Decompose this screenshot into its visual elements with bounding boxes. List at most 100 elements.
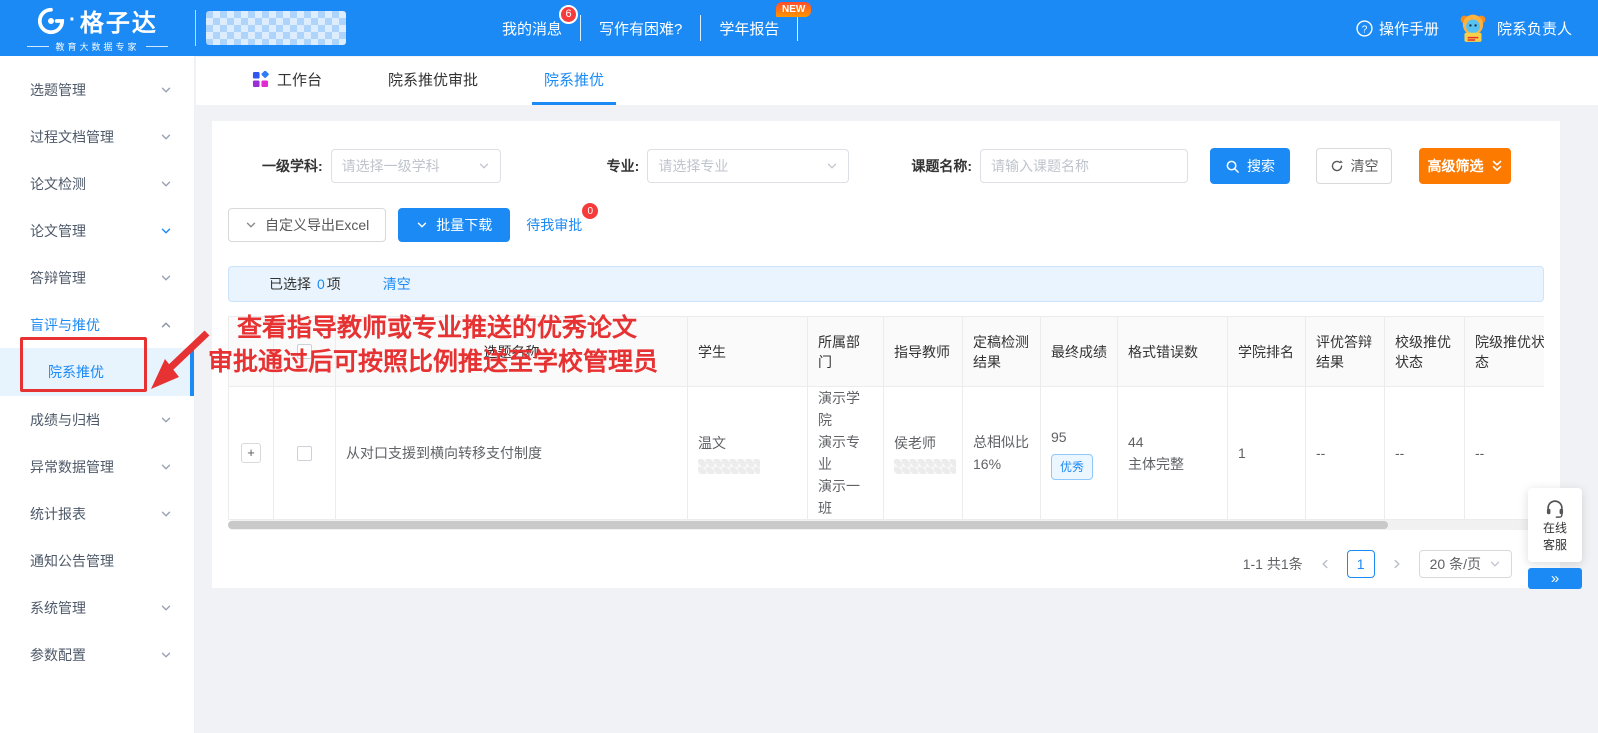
horizontal-scrollbar[interactable]: [228, 520, 1544, 530]
user-role[interactable]: 院系负责人: [1457, 12, 1572, 44]
sidebar-item-label: 答辩管理: [30, 268, 86, 288]
expand-column-header: [229, 317, 274, 387]
logo-dot: ·: [69, 9, 76, 32]
table-header-row: 选题名称 学生 所属部门 指导教师 定稿检测结果 最终成绩 格式错误数 学院排名…: [229, 317, 1545, 387]
sidebar-item-statistics-reports[interactable]: 统计报表: [0, 490, 194, 537]
header-nav: 我的消息 6 写作有困难? 学年报告 NEW: [484, 0, 798, 56]
clear-filters-button[interactable]: 清空: [1316, 148, 1392, 184]
chevron-right-icon: [1391, 558, 1403, 570]
sidebar-item-defense-management[interactable]: 答辩管理: [0, 254, 194, 301]
column-header-title: 选题名称: [336, 317, 688, 387]
advanced-filter-label: 高级筛选: [1428, 156, 1484, 176]
messages-count-badge: 6: [559, 5, 578, 24]
sidebar-item-label: 盲评与推优: [30, 315, 100, 335]
page-size-select[interactable]: 20 条/页: [1419, 550, 1512, 578]
column-header-teacher: 指导教师: [884, 317, 963, 387]
advanced-filter-button[interactable]: 高级筛选: [1419, 148, 1511, 184]
format-error-note: 主体完整: [1128, 453, 1217, 475]
sidebar: 选题管理 过程文档管理 论文检测 论文管理 答辩管理 盲评与推优 院系推优 成绩…: [0, 56, 195, 733]
row-checkbox[interactable]: [297, 446, 312, 461]
clear-selection-link[interactable]: 清空: [383, 274, 411, 294]
nav-year-report-label: 学年报告: [719, 21, 779, 38]
chevron-down-icon: [416, 219, 428, 231]
sidebar-item-dept-promotion-active[interactable]: 院系推优: [0, 348, 194, 396]
nav-my-messages-label: 我的消息: [502, 21, 562, 38]
nav-writing-help[interactable]: 写作有困难?: [581, 18, 700, 39]
expand-row-button[interactable]: +: [241, 443, 261, 463]
search-button-label: 搜索: [1247, 156, 1275, 176]
service-expand-button[interactable]: »: [1528, 568, 1582, 589]
sidebar-item-blind-review-promotion[interactable]: 盲评与推优: [0, 301, 194, 348]
pending-approval-link[interactable]: 待我审批 0: [526, 215, 582, 235]
cell-check-result: 总相似比 16%: [963, 387, 1041, 520]
subject-filter-label: 一级学科:: [262, 156, 323, 176]
batch-download-button[interactable]: 批量下载: [398, 208, 510, 242]
sidebar-item-label: 异常数据管理: [30, 457, 114, 477]
chevron-down-icon: [160, 461, 172, 473]
chevron-down-icon: [245, 219, 257, 231]
sidebar-item-label: 过程文档管理: [30, 127, 114, 147]
chevron-down-icon: [160, 414, 172, 426]
column-header-college-rank: 学院排名: [1228, 317, 1306, 387]
export-excel-label: 自定义导出Excel: [265, 215, 369, 235]
sidebar-item-abnormal-data[interactable]: 异常数据管理: [0, 443, 194, 490]
sidebar-item-parameter-config[interactable]: 参数配置: [0, 631, 194, 678]
column-header-check-result: 定稿检测结果: [963, 317, 1041, 387]
nav-my-messages[interactable]: 我的消息 6: [484, 18, 580, 39]
school-name-blurred: [206, 11, 346, 45]
logo-text: 格子达: [80, 3, 158, 38]
subject-select-placeholder: 请选择一级学科: [342, 156, 470, 176]
prev-page-button[interactable]: [1317, 555, 1333, 573]
sidebar-item-label: 论文检测: [30, 174, 86, 194]
chevron-down-icon: [826, 160, 838, 172]
logo: · 格子达 教育大数据专家: [0, 3, 195, 53]
major-filter-label: 专业:: [607, 156, 640, 176]
online-service-widget[interactable]: 在线 客服: [1528, 488, 1582, 562]
major-select-placeholder: 请选择专业: [658, 156, 818, 176]
question-circle-icon: ?: [1356, 20, 1373, 37]
teacher-name: 侯老师: [894, 432, 952, 454]
topic-name-input[interactable]: [980, 149, 1188, 183]
sidebar-item-system-management[interactable]: 系统管理: [0, 584, 194, 631]
workbench-grid-icon: [252, 71, 269, 88]
sidebar-item-topic-management[interactable]: 选题管理: [0, 66, 194, 113]
sidebar-item-process-docs[interactable]: 过程文档管理: [0, 113, 194, 160]
scrollbar-thumb[interactable]: [228, 521, 1388, 529]
service-label-line1: 在线: [1543, 521, 1567, 536]
next-page-button[interactable]: [1389, 555, 1405, 573]
app-header: · 格子达 教育大数据专家 我的消息 6 写作有困难? 学年报告 NEW ? 操…: [0, 0, 1598, 56]
sidebar-item-label: 选题管理: [30, 80, 86, 100]
sidebar-item-label: 院系推优: [48, 362, 104, 382]
tab-workbench[interactable]: 工作台: [240, 69, 334, 105]
page-number-1[interactable]: 1: [1347, 550, 1375, 578]
nav-year-report[interactable]: 学年报告 NEW: [701, 18, 797, 39]
tab-dept-promotion-approve[interactable]: 院系推优审批: [376, 69, 490, 105]
pagination: 1-1 共1条 1 20 条/页: [228, 550, 1544, 578]
chevron-down-icon: [160, 602, 172, 614]
major-select[interactable]: 请选择专业: [647, 149, 849, 183]
select-all-checkbox[interactable]: [297, 344, 312, 359]
nav-separator: [797, 15, 798, 41]
content-card: 一级学科: 请选择一级学科 专业: 请选择专业 课题名称: 搜索 清空 高级筛选: [212, 121, 1560, 588]
sidebar-item-paper-check[interactable]: 论文检测: [0, 160, 194, 207]
sidebar-item-notice-management[interactable]: 通知公告管理: [0, 537, 194, 584]
pending-count-badge: 0: [582, 203, 598, 219]
subject-select[interactable]: 请选择一级学科: [331, 149, 501, 183]
sidebar-item-label: 成绩与归档: [30, 410, 100, 430]
sidebar-item-paper-management[interactable]: 论文管理: [0, 207, 194, 254]
search-button[interactable]: 搜索: [1210, 148, 1290, 184]
chevron-left-icon: [1319, 558, 1331, 570]
double-chevron-down-icon: [1491, 159, 1503, 173]
export-excel-button[interactable]: 自定义导出Excel: [228, 208, 386, 242]
dept-college: 演示学院: [818, 387, 873, 431]
cell-title: 从对口支援到横向转移支付制度: [336, 387, 688, 520]
tab-dept-promotion[interactable]: 院系推优: [532, 69, 616, 105]
check-result-label: 总相似比: [973, 431, 1030, 453]
check-result-value: 16%: [973, 453, 1030, 475]
select-all-header: [274, 317, 336, 387]
pending-approval-label: 待我审批: [526, 217, 582, 233]
manual-link[interactable]: ? 操作手册: [1356, 18, 1439, 39]
format-error-count: 44: [1128, 431, 1217, 453]
sidebar-item-grades-archive[interactable]: 成绩与归档: [0, 396, 194, 443]
column-header-student: 学生: [688, 317, 808, 387]
